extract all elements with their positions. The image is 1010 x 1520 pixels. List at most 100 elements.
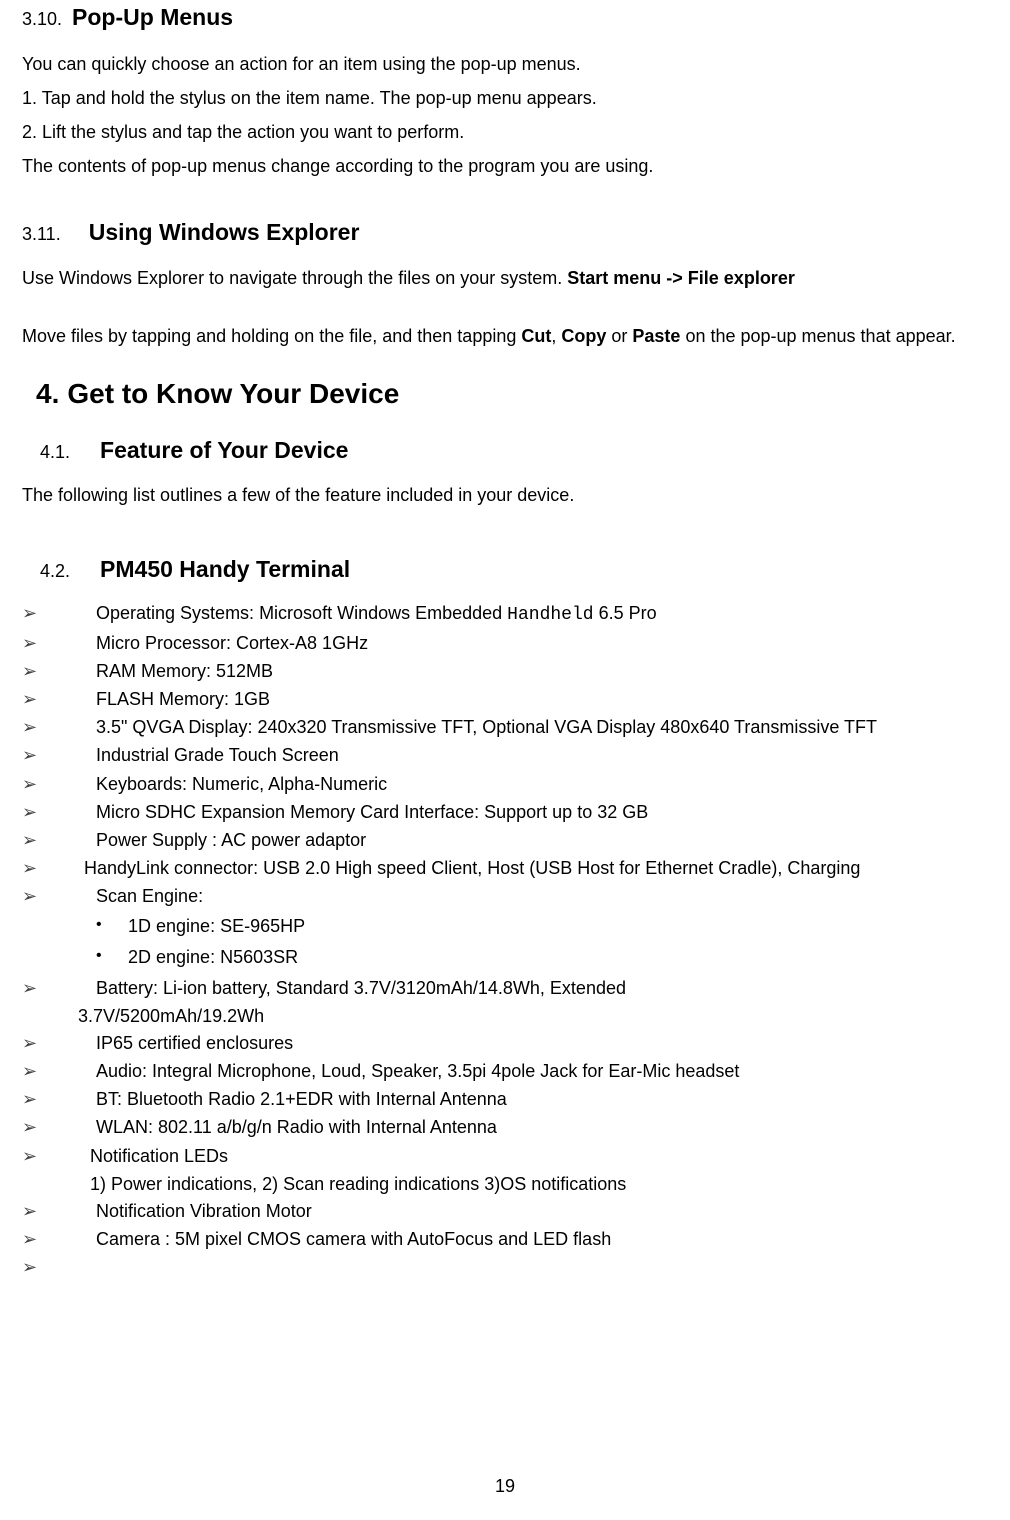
paragraph: 1. Tap and hold the stylus on the item n… <box>22 85 988 112</box>
item-text: Camera : 5M pixel CMOS camera with AutoF… <box>96 1226 988 1252</box>
arrow-icon: ➢ <box>22 975 96 1001</box>
item-text: Audio: Integral Microphone, Loud, Speake… <box>96 1058 988 1084</box>
item-text: Industrial Grade Touch Screen <box>96 742 988 768</box>
item-text: Power Supply : AC power adaptor <box>96 827 988 853</box>
dot-icon: • <box>96 913 128 940</box>
list-item: ➢ BT: Bluetooth Radio 2.1+EDR with Inter… <box>22 1086 988 1112</box>
paragraph: Move files by tapping and holding on the… <box>22 323 988 350</box>
arrow-icon: ➢ <box>22 855 84 881</box>
arrow-icon: ➢ <box>22 1086 96 1112</box>
item-text: WLAN: 802.11 a/b/g/n Radio with Internal… <box>96 1114 988 1140</box>
text: on the pop-up menus that appear. <box>680 326 955 346</box>
list-item: ➢ Battery: Li-ion battery, Standard 3.7V… <box>22 975 988 1001</box>
list-item-empty: ➢ <box>22 1254 988 1280</box>
item-text: 2D engine: N5603SR <box>128 944 988 971</box>
list-item: ➢ Notification Vibration Motor <box>22 1198 988 1224</box>
list-item: ➢ Scan Engine: <box>22 883 988 909</box>
list-item: ➢ 3.5" QVGA Display: 240x320 Transmissiv… <box>22 714 988 740</box>
text: Use Windows Explorer to navigate through… <box>22 268 567 288</box>
text: , <box>551 326 561 346</box>
section-4-2-heading: 4.2. PM450 Handy Terminal <box>22 552 988 587</box>
item-text: HandyLink connector: USB 2.0 High speed … <box>84 855 988 881</box>
list-item: ➢ Notification LEDs <box>22 1143 988 1169</box>
arrow-icon: ➢ <box>22 883 96 909</box>
section-title: Feature of Your Device <box>100 433 348 468</box>
item-text: 1D engine: SE-965HP <box>128 913 988 940</box>
item-text: 1) Power indications, 2) Scan reading in… <box>90 1171 988 1198</box>
feature-list: ➢ Operating Systems: Microsoft Windows E… <box>22 600 988 1280</box>
paragraph: 2. Lift the stylus and tap the action yo… <box>22 119 988 146</box>
arrow-icon: ➢ <box>22 686 96 712</box>
arrow-icon: ➢ <box>22 771 96 797</box>
item-text: Battery: Li-ion battery, Standard 3.7V/3… <box>96 975 988 1001</box>
section-3-10-heading: 3.10. Pop-Up Menus <box>22 0 988 35</box>
section-3-11-heading: 3.11. Using Windows Explorer <box>22 215 988 250</box>
list-item: ➢ Industrial Grade Touch Screen <box>22 742 988 768</box>
section-number: 4.1. <box>40 439 70 466</box>
section-number: 3.10. <box>22 6 62 33</box>
item-text: BT: Bluetooth Radio 2.1+EDR with Interna… <box>96 1086 988 1112</box>
item-text: Micro Processor: Cortex-A8 1GHz <box>96 630 988 656</box>
bold-text: Copy <box>561 326 606 346</box>
section-number: 4. <box>36 373 59 415</box>
sub-list-item: • 1D engine: SE-965HP <box>22 913 988 940</box>
section-title: PM450 Handy Terminal <box>100 552 350 587</box>
list-item: ➢ Power Supply : AC power adaptor <box>22 827 988 853</box>
paragraph: You can quickly choose an action for an … <box>22 51 988 78</box>
section-number: 4.2. <box>40 558 70 585</box>
section-4-heading: 4. Get to Know Your Device <box>22 373 988 415</box>
text: Operating Systems: Microsoft Windows Emb… <box>96 603 507 623</box>
item-text: Notification LEDs <box>90 1143 988 1169</box>
section-4-1-heading: 4.1. Feature of Your Device <box>22 433 988 468</box>
section-title: Get to Know Your Device <box>67 373 399 415</box>
item-text: Scan Engine: <box>96 883 988 909</box>
arrow-icon: ➢ <box>22 1198 96 1224</box>
arrow-icon: ➢ <box>22 1254 96 1280</box>
list-item: ➢ Audio: Integral Microphone, Loud, Spea… <box>22 1058 988 1084</box>
list-item: ➢ Keyboards: Numeric, Alpha-Numeric <box>22 771 988 797</box>
item-text: Micro SDHC Expansion Memory Card Interfa… <box>96 799 988 825</box>
item-text: 3.5" QVGA Display: 240x320 Transmissive … <box>84 714 988 740</box>
page-number: 19 <box>0 1473 1010 1500</box>
bold-text: Paste <box>632 326 680 346</box>
arrow-icon: ➢ <box>22 742 96 768</box>
arrow-icon: ➢ <box>22 1058 96 1084</box>
section-title: Using Windows Explorer <box>89 215 360 250</box>
list-item-continuation: 3.7V/5200mAh/19.2Wh <box>22 1003 988 1030</box>
list-item: ➢ IP65 certified enclosures <box>22 1030 988 1056</box>
item-text: Notification Vibration Motor <box>96 1198 988 1224</box>
list-item: ➢ Operating Systems: Microsoft Windows E… <box>22 600 988 628</box>
bold-text: Start menu -> File explorer <box>567 268 795 288</box>
arrow-icon: ➢ <box>22 1226 96 1252</box>
section-number: 3.11. <box>22 221 61 248</box>
item-text: 3.7V/5200mAh/19.2Wh <box>78 1003 988 1030</box>
arrow-icon: ➢ <box>22 1030 96 1056</box>
list-item-continuation: 1) Power indications, 2) Scan reading in… <box>22 1171 988 1198</box>
item-text: FLASH Memory: 1GB <box>96 686 988 712</box>
arrow-icon: ➢ <box>22 630 96 656</box>
arrow-icon: ➢ <box>22 600 96 628</box>
item-text: Operating Systems: Microsoft Windows Emb… <box>96 600 988 628</box>
text: Move files by tapping and holding on the… <box>22 326 521 346</box>
bold-text: Cut <box>521 326 551 346</box>
list-item: ➢ Camera : 5M pixel CMOS camera with Aut… <box>22 1226 988 1252</box>
list-item: ➢ Micro Processor: Cortex-A8 1GHz <box>22 630 988 656</box>
arrow-icon: ➢ <box>22 827 96 853</box>
dot-icon: • <box>96 944 128 971</box>
mono-text: Handheld <box>507 605 593 625</box>
arrow-icon: ➢ <box>22 1143 96 1169</box>
list-item: ➢ RAM Memory: 512MB <box>22 658 988 684</box>
item-text <box>96 1254 988 1280</box>
list-item: ➢ FLASH Memory: 1GB <box>22 686 988 712</box>
section-title: Pop-Up Menus <box>72 0 233 35</box>
item-text: Keyboards: Numeric, Alpha-Numeric <box>96 771 988 797</box>
paragraph: The contents of pop-up menus change acco… <box>22 153 988 180</box>
paragraph: The following list outlines a few of the… <box>22 482 988 509</box>
list-item: ➢ WLAN: 802.11 a/b/g/n Radio with Intern… <box>22 1114 988 1140</box>
list-item: ➢ Micro SDHC Expansion Memory Card Inter… <box>22 799 988 825</box>
text: or <box>606 326 632 346</box>
sub-list-item: • 2D engine: N5603SR <box>22 944 988 971</box>
text: 3.5" QVGA Display: 240x320 Transmissive … <box>96 714 877 740</box>
arrow-icon: ➢ <box>22 799 96 825</box>
arrow-icon: ➢ <box>22 658 96 684</box>
